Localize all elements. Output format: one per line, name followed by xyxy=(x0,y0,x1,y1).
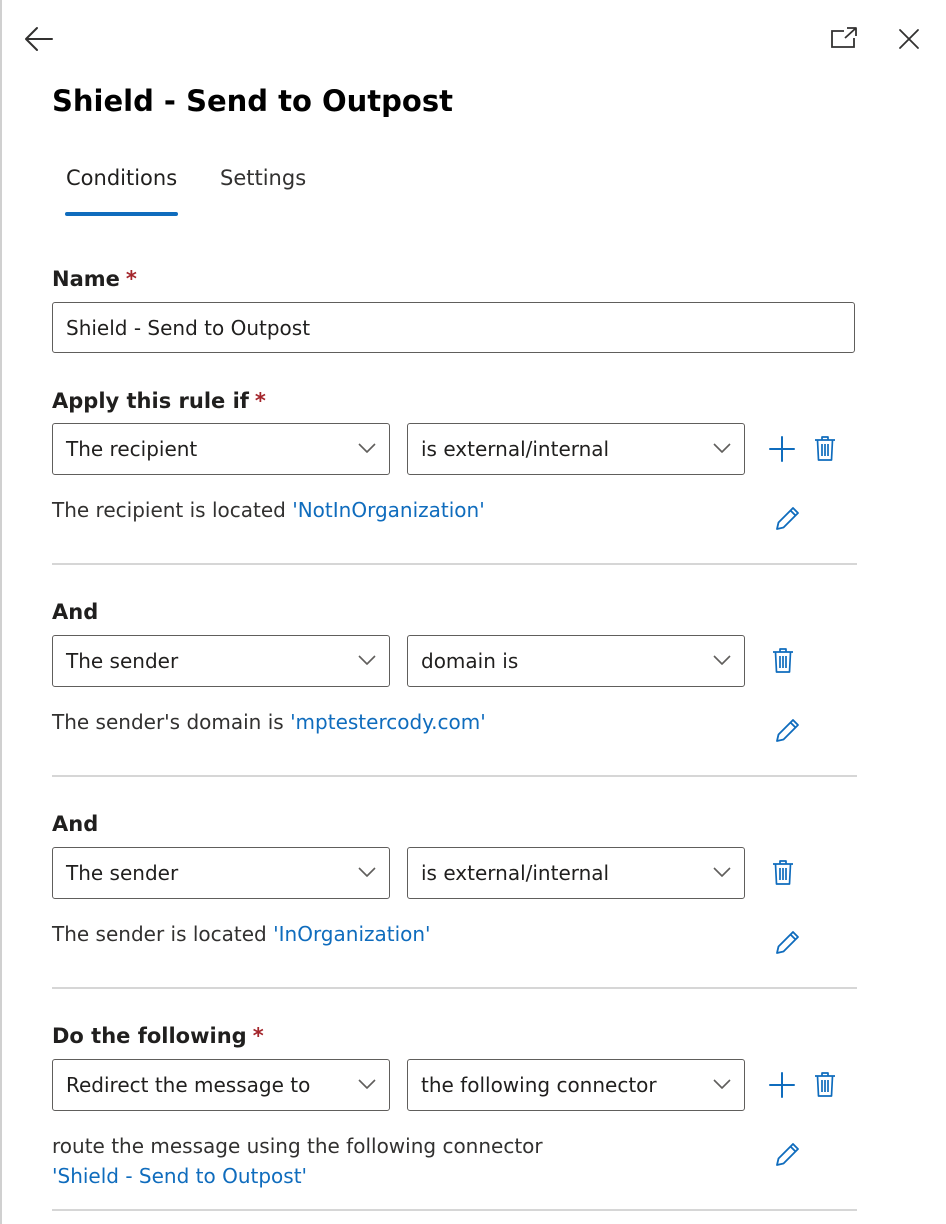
delete-icon[interactable] xyxy=(771,858,795,886)
description-text: route the message using the following co… xyxy=(52,1134,543,1158)
required-mark: * xyxy=(254,389,266,413)
select-value: is external/internal xyxy=(421,437,610,461)
do-following-label: Do the following * xyxy=(52,1024,264,1048)
condition-1-description: The recipient is located 'NotInOrganizat… xyxy=(52,495,485,525)
required-mark: * xyxy=(125,267,137,291)
edit-icon[interactable] xyxy=(773,927,803,957)
condition-3-value-link[interactable]: 'InOrganization' xyxy=(273,922,430,946)
condition-2-property-select[interactable]: The sender xyxy=(52,635,390,687)
add-icon[interactable] xyxy=(768,1071,796,1099)
page-title: Shield - Send to Outpost xyxy=(52,84,453,118)
condition-3-description: The sender is located 'InOrganization' xyxy=(52,919,431,949)
condition-1-operator-select[interactable]: is external/internal xyxy=(407,423,745,475)
edit-icon[interactable] xyxy=(773,503,803,533)
description-text: The sender's domain is xyxy=(52,710,284,734)
section-divider xyxy=(52,1209,857,1211)
select-value: the following connector xyxy=(421,1073,657,1097)
close-icon[interactable] xyxy=(897,27,921,51)
chevron-down-icon xyxy=(358,443,376,453)
rule-name-input[interactable] xyxy=(52,302,855,353)
panel-edge xyxy=(0,0,2,1224)
description-text: The sender is located xyxy=(52,922,267,946)
action-target-select[interactable]: the following connector xyxy=(407,1059,745,1111)
condition-3-property-select[interactable]: The sender xyxy=(52,847,390,899)
edit-icon[interactable] xyxy=(773,715,803,745)
and-label: And xyxy=(52,812,99,836)
select-value: Redirect the message to xyxy=(66,1073,311,1097)
edit-icon[interactable] xyxy=(773,1139,803,1169)
tab-settings[interactable]: Settings xyxy=(220,166,306,216)
section-divider xyxy=(52,775,857,777)
delete-icon[interactable] xyxy=(771,646,795,674)
condition-2-operator-select[interactable]: domain is xyxy=(407,635,745,687)
condition-1-value-link[interactable]: 'NotInOrganization' xyxy=(292,498,484,522)
and-label: And xyxy=(52,600,99,624)
chevron-down-icon xyxy=(713,1079,731,1089)
do-following-label-text: Do the following xyxy=(52,1024,247,1048)
name-label: Name * xyxy=(52,267,137,291)
condition-3-operator-select[interactable]: is external/internal xyxy=(407,847,745,899)
description-text: The recipient is located xyxy=(52,498,286,522)
select-value: The recipient xyxy=(66,437,198,461)
chevron-down-icon xyxy=(358,867,376,877)
apply-rule-label: Apply this rule if * xyxy=(52,389,266,413)
action-description: route the message using the following co… xyxy=(52,1131,543,1191)
tab-conditions[interactable]: Conditions xyxy=(66,166,177,216)
select-value: is external/internal xyxy=(421,861,610,885)
chevron-down-icon xyxy=(713,867,731,877)
delete-icon[interactable] xyxy=(813,434,837,462)
condition-2-description: The sender's domain is 'mptestercody.com… xyxy=(52,707,486,737)
chevron-down-icon xyxy=(358,1079,376,1089)
name-label-text: Name xyxy=(52,267,120,291)
chevron-down-icon xyxy=(713,443,731,453)
action-value-link[interactable]: 'Shield - Send to Outpost' xyxy=(52,1161,543,1191)
select-value: The sender xyxy=(66,649,179,673)
delete-icon[interactable] xyxy=(813,1070,837,1098)
active-tab-indicator xyxy=(65,212,178,216)
condition-1-property-select[interactable]: The recipient xyxy=(52,423,390,475)
section-divider xyxy=(52,563,857,565)
chevron-down-icon xyxy=(358,655,376,665)
tab-bar: Conditions Settings xyxy=(52,166,412,218)
action-type-select[interactable]: Redirect the message to xyxy=(52,1059,390,1111)
select-value: The sender xyxy=(66,861,179,885)
add-icon[interactable] xyxy=(768,435,796,463)
required-mark: * xyxy=(252,1024,264,1048)
apply-rule-label-text: Apply this rule if xyxy=(52,389,249,413)
select-value: domain is xyxy=(421,649,519,673)
rule-editor-panel: Shield - Send to Outpost Conditions Sett… xyxy=(0,0,946,1224)
back-arrow-icon[interactable] xyxy=(24,25,54,53)
condition-2-value-link[interactable]: 'mptestercody.com' xyxy=(290,710,486,734)
chevron-down-icon xyxy=(713,655,731,665)
popout-icon[interactable] xyxy=(830,26,858,50)
section-divider xyxy=(52,987,857,989)
